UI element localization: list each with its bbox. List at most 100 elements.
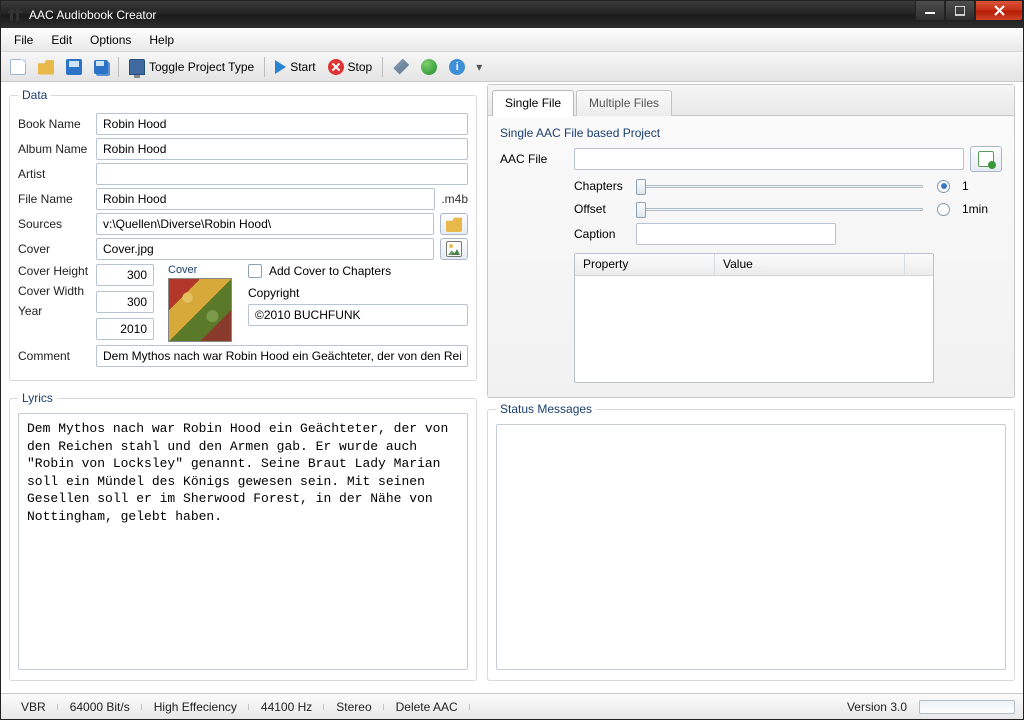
maximize-button[interactable] [945,1,975,21]
add-aac-button[interactable] [970,146,1002,172]
col-spacer [905,254,933,275]
wrench-icon [393,59,409,75]
property-table[interactable]: Property Value [574,253,934,383]
status-stereo: Stereo [324,700,383,714]
minimize-button[interactable] [915,1,945,21]
file-name-label: File Name [18,192,96,206]
book-name-input[interactable] [96,113,468,135]
toggle-project-type-button[interactable]: Toggle Project Type [124,55,259,79]
comment-label: Comment [18,349,96,363]
cover-height-input[interactable] [96,264,154,286]
offset-radio[interactable] [937,203,950,216]
caption-label: Caption [574,227,636,241]
aac-file-label: AAC File [500,152,574,166]
menu-edit[interactable]: Edit [42,30,81,50]
menu-help[interactable]: Help [140,30,183,50]
lyrics-group-title: Lyrics [18,391,57,405]
copyright-input[interactable] [248,304,468,326]
artist-input[interactable] [96,163,468,185]
image-icon [446,241,462,257]
toolbar-separator [118,57,119,77]
chapters-radio[interactable] [937,180,950,193]
browse-cover-button[interactable] [440,238,468,260]
open-button[interactable] [33,55,59,79]
cover-height-label: Cover Height [18,264,96,278]
status-samplerate: 44100 Hz [249,700,324,714]
save-button[interactable] [61,55,87,79]
title-bar[interactable]: AAC Audiobook Creator [1,1,1023,28]
slider-thumb[interactable] [636,202,646,218]
toolbar: Toggle Project Type Start Stop i ▾ [1,52,1023,82]
copyright-label: Copyright [248,286,299,300]
album-name-label: Album Name [18,142,96,156]
offset-slider[interactable] [636,200,923,218]
left-column: Data Book Name Album Name Artist File Na… [9,84,477,687]
status-version: Version 3.0 [847,700,907,714]
status-vbr: VBR [9,700,58,714]
status-messages-box[interactable] [496,424,1006,670]
stop-button[interactable]: Stop [323,55,378,79]
save-icon [66,59,82,75]
main-area: Data Book Name Album Name Artist File Na… [1,82,1023,693]
slider-thumb[interactable] [636,179,646,195]
year-input[interactable] [96,318,154,340]
chapters-value: 1 [962,179,1002,193]
monitor-icon [129,59,145,75]
cover-thumbnail[interactable] [168,278,232,342]
status-delete-aac[interactable]: Delete AAC [384,700,470,714]
globe-icon [421,59,437,75]
tab-strip: Single File Multiple Files [488,85,1014,116]
property-table-header: Property Value [575,254,933,276]
caption-input[interactable] [636,223,836,245]
data-group-title: Data [18,88,51,102]
book-name-label: Book Name [18,117,96,131]
cover-input[interactable] [96,238,434,260]
add-cover-checkbox[interactable] [248,264,262,278]
lyrics-group: Lyrics Dem Mythos nach war Robin Hood ei… [9,391,477,681]
file-name-input[interactable] [96,188,435,210]
menu-file[interactable]: File [5,30,42,50]
album-name-input[interactable] [96,138,468,160]
status-group: Status Messages [487,402,1015,681]
start-button[interactable]: Start [270,55,320,79]
right-column: Single File Multiple Files Single AAC Fi… [487,84,1015,687]
comment-input[interactable] [96,345,468,367]
status-bar: VBR 64000 Bit/s High Effeciency 44100 Hz… [1,693,1023,719]
status-bitrate: 64000 Bit/s [58,700,142,714]
start-label: Start [290,60,315,74]
save-all-icon [94,60,108,74]
new-button[interactable] [5,55,31,79]
window-controls [915,1,1023,28]
col-property[interactable]: Property [575,254,715,275]
folder-open-icon [446,216,462,232]
status-efficiency: High Effeciency [142,700,249,714]
tab-multiple-files[interactable]: Multiple Files [576,90,672,116]
year-label: Year [18,304,96,318]
stop-icon [328,59,344,75]
about-button[interactable]: i [444,55,470,79]
close-button[interactable] [975,1,1023,21]
menu-options[interactable]: Options [81,30,140,50]
browse-sources-button[interactable] [440,213,468,235]
toolbar-overflow[interactable]: ▾ [472,55,486,79]
lyrics-textarea[interactable]: Dem Mythos nach war Robin Hood ein Geäch… [18,413,468,670]
save-all-button[interactable] [89,55,113,79]
offset-value: 1min [962,202,1002,216]
slider-track [644,185,923,188]
chapters-slider[interactable] [636,177,923,195]
col-value[interactable]: Value [715,254,905,275]
sources-input[interactable] [96,213,434,235]
tab-single-file[interactable]: Single File [492,90,574,116]
new-file-icon [10,59,26,75]
cover-width-input[interactable] [96,291,154,313]
stop-label: Stop [348,60,373,74]
slider-track [644,208,923,211]
web-button[interactable] [416,55,442,79]
offset-label: Offset [574,202,636,216]
add-cover-label: Add Cover to Chapters [269,264,391,278]
toolbar-separator [382,57,383,77]
single-project-title: Single AAC File based Project [500,126,1002,140]
aac-file-input[interactable] [574,148,964,170]
tools-button[interactable] [388,55,414,79]
tab-body: Single AAC File based Project AAC File C… [488,116,1014,397]
